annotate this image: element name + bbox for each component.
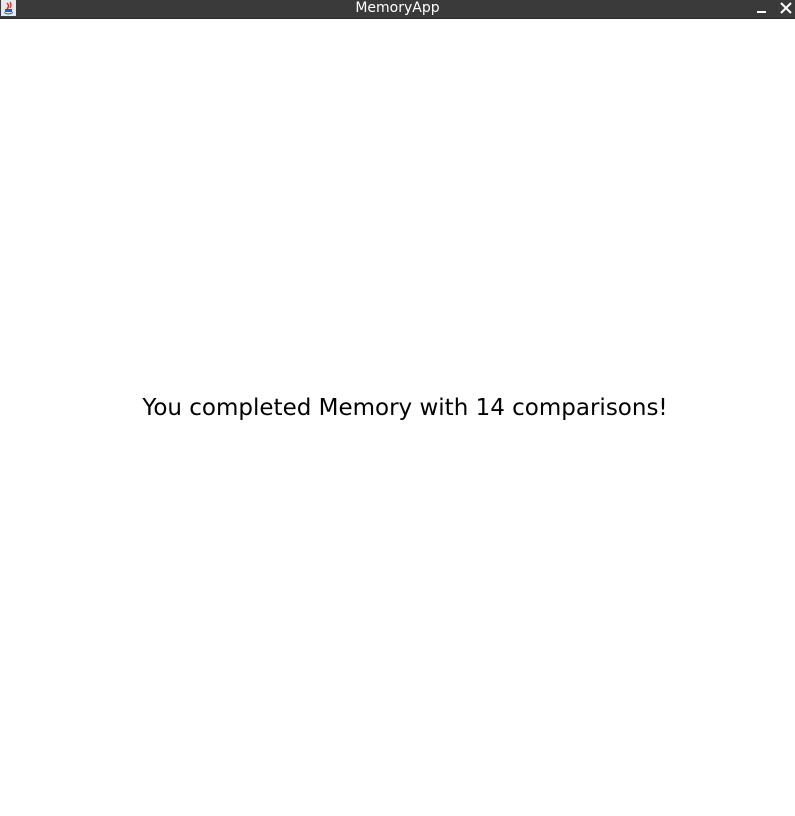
close-button[interactable]: [777, 0, 795, 18]
app-window: MemoryApp You completed Memory with 14 c…: [0, 0, 795, 816]
content-area: You completed Memory with 14 comparisons…: [0, 19, 795, 816]
minimize-icon: [757, 11, 766, 13]
completion-message: You completed Memory with 14 comparisons…: [142, 395, 668, 421]
title-bar[interactable]: MemoryApp: [0, 0, 795, 19]
window-title: MemoryApp: [355, 0, 440, 16]
minimize-button[interactable]: [753, 0, 771, 18]
close-icon: [780, 2, 792, 14]
